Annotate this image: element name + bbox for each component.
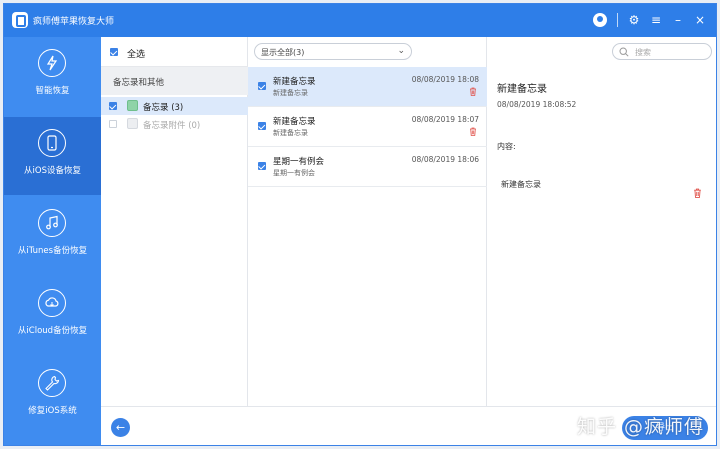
select-all-checkbox[interactable]: [110, 48, 118, 56]
search-placeholder: 搜索: [635, 48, 651, 57]
list-item-title: 星期一有例会: [273, 157, 325, 167]
tree-item-notes[interactable]: 备忘录 (3): [101, 97, 248, 115]
list-item-subtitle: 星期一有例会: [273, 169, 315, 177]
settings-icon[interactable]: ⚙: [628, 13, 640, 27]
sidebar-item-ios-device[interactable]: 从iOS设备恢复: [4, 117, 101, 195]
list-item-checkbox[interactable]: [258, 122, 266, 130]
app-logo-icon: [12, 12, 28, 28]
smart-recover-icon: [38, 49, 66, 77]
icloud-icon: [38, 289, 66, 317]
wrench-icon: [38, 369, 66, 397]
trash-icon[interactable]: [469, 127, 477, 139]
bottom-bar: ← 导出 知乎 @疯师傅: [101, 406, 716, 445]
filter-dropdown-label: 显示全部(3): [261, 48, 305, 57]
tree-item-note-attachments[interactable]: 备忘录附件 (0): [101, 115, 248, 133]
sidebar-item-label: 智能恢复: [35, 86, 70, 96]
back-button[interactable]: ←: [111, 418, 130, 437]
notes-checkbox[interactable]: [109, 102, 117, 110]
phone-recover-icon: [38, 129, 66, 157]
note-attachments-checkbox[interactable]: [109, 120, 117, 128]
title-bar-divider: [617, 13, 618, 27]
sidebar-item-smart-recover[interactable]: 智能恢复: [4, 37, 101, 115]
tree-item-label: 备忘录 (3): [143, 103, 184, 113]
itunes-icon: [38, 209, 66, 237]
title-bar: 疯师傅苹果恢复大师 ⚙ ≡ – ×: [4, 4, 716, 37]
list-item[interactable]: 新建备忘录 新建备忘录 08/08/2019 18:08: [248, 67, 487, 107]
select-all-label: 全选: [127, 50, 146, 60]
sidebar: 智能恢复 从iOS设备恢复 从iTunes备份恢复 从iCloud备份恢复 修复…: [4, 37, 101, 445]
search-input[interactable]: 搜索: [612, 43, 712, 60]
list-item-date: 08/08/2019 18:07: [411, 115, 479, 124]
list-item-title: 新建备忘录: [273, 117, 316, 127]
detail-content-label: 内容:: [497, 142, 516, 151]
menu-icon[interactable]: ≡: [650, 13, 662, 27]
list-item-date: 08/08/2019 18:08: [411, 75, 479, 84]
list-item-date: 08/08/2019 18:06: [411, 155, 479, 164]
list-item[interactable]: 星期一有例会 星期一有例会 08/08/2019 18:06: [248, 147, 487, 187]
watermark: 知乎 @疯师傅: [576, 416, 704, 438]
select-all-row[interactable]: 全选: [101, 37, 248, 67]
chevron-down-icon: ⌄: [397, 46, 405, 56]
list-item-subtitle: 新建备忘录: [273, 89, 308, 97]
list-item-subtitle: 新建备忘录: [273, 129, 308, 137]
close-icon[interactable]: ×: [694, 13, 706, 27]
sidebar-item-label: 从iTunes备份恢复: [17, 246, 88, 256]
category-group-header: 备忘录和其他: [101, 67, 248, 95]
user-icon[interactable]: [593, 13, 607, 27]
sidebar-item-label: 从iOS设备恢复: [24, 166, 81, 176]
tree-item-label: 备忘录附件 (0): [143, 121, 201, 131]
notes-icon: [127, 100, 138, 111]
list-item-checkbox[interactable]: [258, 82, 266, 90]
filter-dropdown[interactable]: 显示全部(3) ⌄: [254, 43, 412, 60]
list-item[interactable]: 新建备忘录 新建备忘录 08/08/2019 18:07: [248, 107, 487, 147]
sidebar-item-label: 修复iOS系统: [28, 406, 77, 416]
title-bar-controls: ⚙ ≡ – ×: [593, 12, 706, 28]
sidebar-item-icloud[interactable]: 从iCloud备份恢复: [4, 277, 101, 355]
detail-date: 08/08/2019 18:08:52: [497, 100, 577, 109]
app-window: 疯师傅苹果恢复大师 ⚙ ≡ – × 智能恢复 从iOS设备恢复 从iTunes备…: [3, 3, 717, 446]
sidebar-item-itunes[interactable]: 从iTunes备份恢复: [4, 197, 101, 275]
list-item-checkbox[interactable]: [258, 162, 266, 170]
note-detail-pane: 搜索 新建备忘录 08/08/2019 18:08:52 内容: 新建备忘录: [487, 37, 716, 406]
category-tree: 全选 备忘录和其他 备忘录 (3) 备忘录附件 (0): [101, 37, 248, 406]
trash-icon[interactable]: [693, 188, 702, 201]
app-title: 疯师傅苹果恢复大师: [33, 17, 115, 27]
search-icon: [619, 47, 629, 60]
notes-list: 显示全部(3) ⌄ 新建备忘录 新建备忘录 08/08/2019 18:08 新…: [248, 37, 487, 406]
attachment-icon: [127, 118, 138, 129]
detail-body: 新建备忘录: [501, 180, 541, 189]
sidebar-item-label: 从iCloud备份恢复: [17, 326, 88, 336]
trash-icon[interactable]: [469, 87, 477, 99]
detail-title: 新建备忘录: [497, 84, 547, 95]
list-item-title: 新建备忘录: [273, 77, 316, 87]
category-group-label: 备忘录和其他: [113, 78, 165, 88]
minimize-icon[interactable]: –: [672, 13, 684, 27]
sidebar-item-repair-ios[interactable]: 修复iOS系统: [4, 357, 101, 435]
